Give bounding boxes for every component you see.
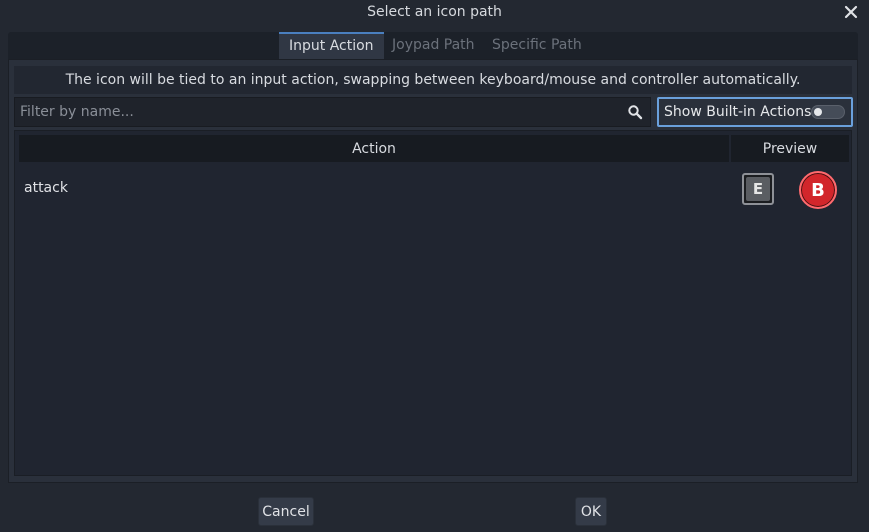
ok-button[interactable]: OK — [575, 497, 607, 526]
filter-input[interactable] — [15, 98, 620, 126]
controller-glyph: B — [811, 179, 825, 201]
filter-box — [14, 97, 651, 127]
tab-panel: The icon will be tied to an input action… — [8, 59, 858, 483]
action-name: attack — [24, 180, 68, 196]
tab-specific-path[interactable]: Specific Path — [482, 32, 592, 59]
column-header-action[interactable]: Action — [19, 135, 729, 162]
actions-table: Action Preview attack E B — [14, 130, 852, 476]
dialog-title: Select an icon path — [367, 4, 502, 20]
key-glyph: E — [746, 177, 770, 201]
column-header-preview-label: Preview — [762, 140, 818, 157]
controller-button-b-icon: B — [799, 171, 837, 209]
builtin-label: Show Built-in Actions — [664, 104, 812, 120]
table-row[interactable]: attack E B — [15, 171, 851, 209]
show-builtin-actions-toggle[interactable]: Show Built-in Actions — [657, 97, 853, 127]
tab-joypad-path[interactable]: Joypad Path — [382, 32, 485, 59]
column-header-preview[interactable]: Preview — [731, 135, 849, 162]
close-icon[interactable] — [841, 2, 861, 22]
search-icon[interactable] — [627, 104, 643, 120]
toggle-switch[interactable] — [811, 105, 845, 119]
column-header-action-label: Action — [352, 140, 396, 157]
hint-text: The icon will be tied to an input action… — [65, 72, 801, 88]
cancel-button[interactable]: Cancel — [258, 497, 314, 526]
dialog-titlebar: Select an icon path — [0, 0, 869, 24]
toggle-knob — [814, 108, 822, 116]
keyboard-key-e-icon: E — [742, 173, 774, 205]
tab-input-action[interactable]: Input Action — [279, 32, 384, 59]
tab-bar: Input Action Joypad Path Specific Path — [8, 32, 858, 59]
info-hint: The icon will be tied to an input action… — [14, 66, 852, 94]
